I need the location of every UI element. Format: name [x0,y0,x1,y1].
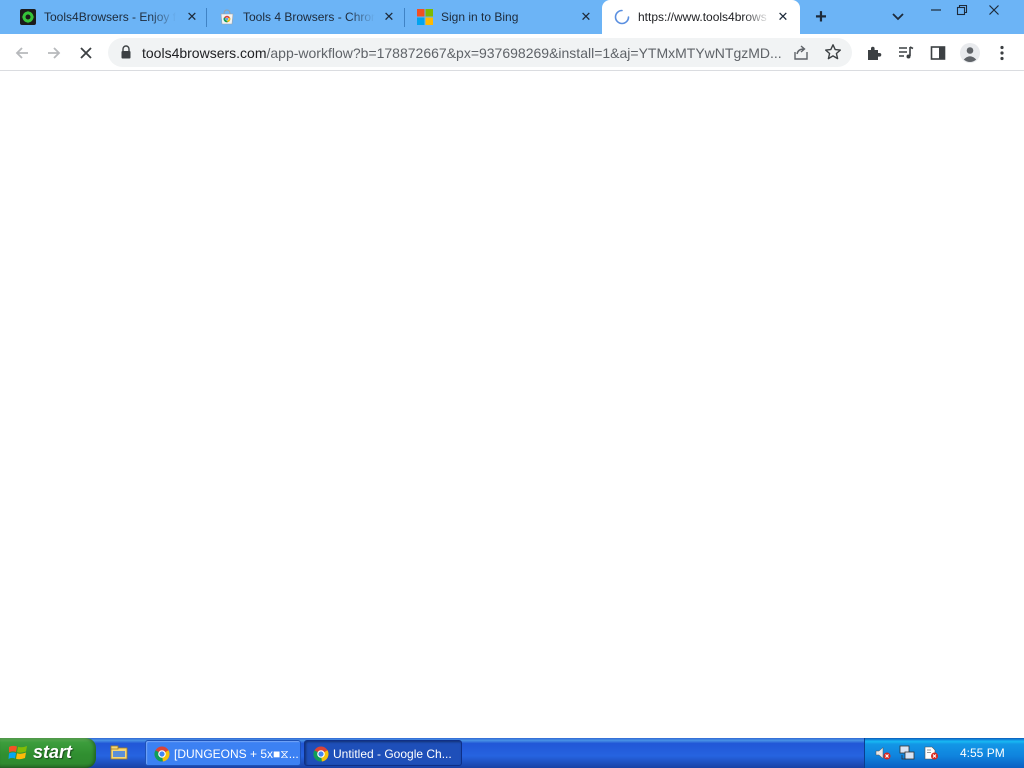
media-queue-icon [899,46,914,59]
windows-flag-icon [8,745,27,760]
side-panel-icon [930,46,946,60]
network-icon[interactable] [899,745,915,761]
show-desktop-icon[interactable] [110,745,128,761]
tab-search-chevron-icon[interactable] [888,8,908,26]
taskbar-item-label: [DUNGEONS + 5x■⧖... [174,747,299,761]
loading-spinner-icon [614,9,630,25]
tab-tools4browsers[interactable]: Tools4Browsers - Enjoy fr ✕ [8,0,206,34]
volume-muted-icon[interactable] [875,745,891,761]
tools4browsers-green-icon [20,9,36,25]
browser-toolbar: tools4browsers.com/app-workflow?b=178872… [0,34,1024,71]
system-tray: 4:55 PM [864,738,1024,768]
close-tab-icon[interactable]: ✕ [184,9,200,25]
close-tab-icon[interactable]: ✕ [578,9,594,25]
stop-loading-button[interactable] [72,39,100,67]
kebab-menu-icon [1000,45,1004,61]
share-icon[interactable] [792,44,810,62]
lock-icon[interactable] [120,45,132,60]
close-tab-icon[interactable]: ✕ [381,9,397,25]
stop-x-icon [80,47,92,59]
back-arrow-icon [15,47,28,59]
close-window-button[interactable] [978,0,1010,20]
side-panel-button[interactable] [924,39,952,67]
taskbar-item-dungeons[interactable]: [DUNGEONS + 5x■⧖... [145,740,301,766]
media-control-button[interactable] [892,39,920,67]
restore-icon [956,4,968,16]
chrome-web-store-icon [220,9,234,25]
tab-title: https://www.tools4brows [638,10,767,24]
windows-taskbar: start [DUNGEONS + 5x■⧖... Untitled - Goo… [0,738,1024,768]
page-content-blank [0,71,1024,738]
system-clock[interactable]: 4:55 PM [960,746,1005,760]
forward-button[interactable] [40,39,68,67]
microsoft-logo-icon [417,9,433,25]
taskbar-item-label: Untitled - Google Ch... [333,747,452,761]
url-path: /app-workflow?b=178872667&px=937698269&i… [266,45,782,61]
puzzle-piece-icon [868,46,882,60]
close-window-icon [989,5,999,15]
chrome-icon [154,746,170,762]
chrome-menu-button[interactable] [988,39,1016,67]
url-host: tools4browsers.com [142,45,267,61]
extensions-button[interactable] [860,39,888,67]
back-button[interactable] [8,39,36,67]
tab-tools4browsers-chrome-store[interactable]: Tools 4 Browsers - Chrom ✕ [207,0,405,34]
tab-title: Sign in to Bing [441,10,519,24]
tab-strip: Tools4Browsers - Enjoy fr ✕ Tools 4 Brow… [0,0,1024,34]
forward-arrow-icon [48,47,61,59]
url-text[interactable]: tools4browsers.com/app-workflow?b=178872… [142,45,792,61]
start-button[interactable]: start [0,738,96,768]
bookmark-star-icon[interactable] [824,43,842,61]
tab-title: Tools4Browsers - Enjoy fr [44,10,176,24]
chrome-icon [313,746,329,762]
address-bar[interactable]: tools4browsers.com/app-workflow?b=178872… [108,38,852,67]
security-alert-icon[interactable] [923,745,939,761]
minimize-icon [931,9,941,11]
tab-sign-in-bing[interactable]: Sign in to Bing ✕ [405,0,603,34]
profile-button[interactable] [956,39,984,67]
taskbar-item-google-chrome[interactable]: Untitled - Google Ch... [304,740,462,766]
close-tab-icon[interactable]: ✕ [775,9,791,25]
tab-title: Tools 4 Browsers - Chrom [243,10,375,24]
restore-button[interactable] [946,0,978,20]
browser-window: Tools4Browsers - Enjoy fr ✕ Tools 4 Brow… [0,0,1024,738]
new-tab-button[interactable]: + [808,5,834,29]
start-label: start [33,742,73,762]
profile-avatar-icon [960,43,980,63]
tab-active-loading[interactable]: https://www.tools4brows ✕ [602,0,800,34]
